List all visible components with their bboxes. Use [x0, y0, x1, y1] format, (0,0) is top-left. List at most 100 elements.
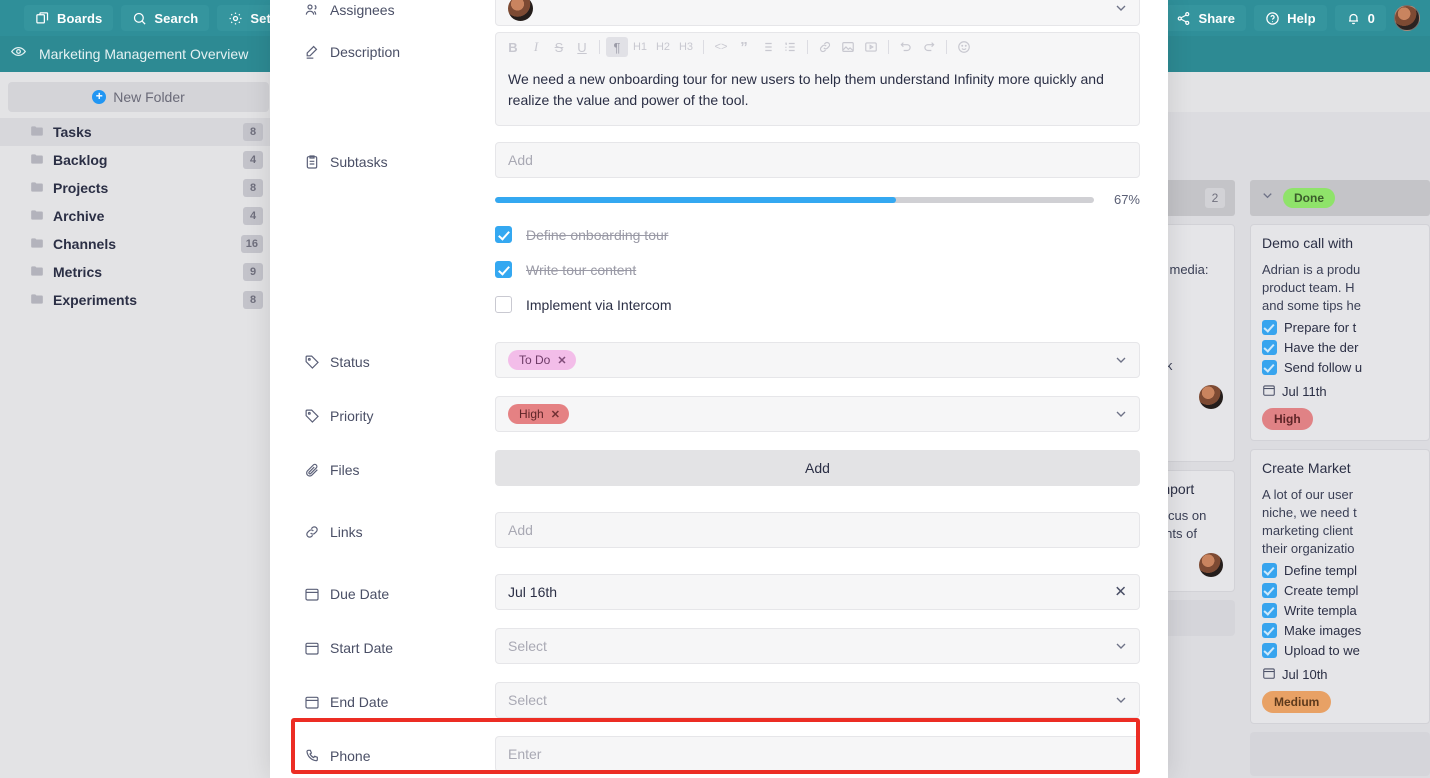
- heading3-button[interactable]: H3: [675, 37, 697, 57]
- avatar[interactable]: [508, 0, 533, 21]
- subtask-item[interactable]: Write tour content: [495, 254, 1140, 285]
- files-field-row: Files Add: [270, 450, 1168, 486]
- end-date-input[interactable]: Select: [495, 682, 1140, 718]
- paragraph-button[interactable]: ¶: [606, 37, 628, 57]
- card-subtask[interactable]: Define templ: [1262, 563, 1418, 578]
- quote-button[interactable]: ”: [733, 37, 755, 57]
- card-subtask[interactable]: Have the der: [1262, 340, 1418, 355]
- checkbox-checked-icon[interactable]: [1262, 360, 1277, 375]
- heading2-button[interactable]: H2: [652, 37, 674, 57]
- undo-button[interactable]: [895, 37, 917, 57]
- files-add-button[interactable]: Add: [495, 450, 1140, 486]
- column-add-placeholder[interactable]: [1250, 732, 1430, 776]
- italic-button[interactable]: I: [525, 37, 547, 57]
- share-button[interactable]: Share: [1165, 5, 1247, 31]
- checkbox-checked-icon[interactable]: [1262, 340, 1277, 355]
- card-subtask[interactable]: Write templa: [1262, 603, 1418, 618]
- sidebar-item-count: 8: [243, 291, 263, 309]
- card-date-label: Jul 10th: [1282, 667, 1328, 682]
- help-button[interactable]: Help: [1254, 5, 1327, 31]
- chevron-down-icon[interactable]: [1113, 352, 1129, 368]
- checkbox-checked-icon[interactable]: [1262, 320, 1277, 335]
- column-header[interactable]: Done: [1250, 180, 1430, 216]
- card-subtask[interactable]: Create templ: [1262, 583, 1418, 598]
- links-input[interactable]: Add: [495, 512, 1140, 548]
- remove-priority-icon[interactable]: ✕: [551, 408, 560, 421]
- checkbox-checked-icon[interactable]: [1262, 603, 1277, 618]
- user-avatar[interactable]: [1394, 5, 1420, 31]
- checkbox-checked-icon[interactable]: [1262, 583, 1277, 598]
- boards-button[interactable]: Boards: [24, 5, 114, 31]
- progress-track: [495, 196, 1094, 203]
- subtask-checkbox[interactable]: [495, 261, 512, 278]
- image-button[interactable]: [837, 37, 859, 57]
- status-label-cell: Status: [304, 342, 495, 370]
- sidebar-item-label: Backlog: [53, 152, 108, 168]
- phone-placeholder: Enter: [508, 746, 542, 762]
- redo-button[interactable]: [918, 37, 940, 57]
- description-editor[interactable]: B I S U ¶ H1 H2 H3 <> ” We need a new on…: [495, 32, 1140, 126]
- checkbox-checked-icon[interactable]: [1262, 643, 1277, 658]
- heading1-button[interactable]: H1: [629, 37, 651, 57]
- sidebar-item-experiments[interactable]: Experiments 8: [0, 286, 277, 314]
- new-folder-button[interactable]: + New Folder: [8, 82, 269, 112]
- subtask-item[interactable]: Define onboarding tour: [495, 219, 1140, 250]
- sidebar-item-projects[interactable]: Projects 8: [0, 174, 277, 202]
- bell-icon: [1346, 11, 1361, 26]
- underline-button[interactable]: U: [571, 37, 593, 57]
- chevron-down-icon[interactable]: [1260, 188, 1275, 208]
- avatar[interactable]: [1199, 553, 1223, 577]
- card-description-line: marketing client: [1262, 523, 1354, 538]
- card-subtask[interactable]: Upload to we: [1262, 643, 1418, 658]
- sidebar-item-archive[interactable]: Archive 4: [0, 202, 277, 230]
- phone-field-row: Phone Enter: [270, 736, 1168, 772]
- start-date-input[interactable]: Select: [495, 628, 1140, 664]
- eye-icon[interactable]: [10, 43, 27, 65]
- strikethrough-button[interactable]: S: [548, 37, 570, 57]
- card-date: Jul 11th: [1262, 383, 1418, 400]
- bulleted-list-button[interactable]: [756, 37, 778, 57]
- link-button[interactable]: [814, 37, 836, 57]
- bold-button[interactable]: B: [502, 37, 524, 57]
- emoji-button[interactable]: [953, 37, 975, 57]
- board-card[interactable]: Create Market A lot of our user niche, w…: [1250, 449, 1430, 724]
- chevron-down-icon[interactable]: [1113, 692, 1129, 708]
- sidebar-item-count: 16: [240, 235, 263, 253]
- video-button[interactable]: [860, 37, 882, 57]
- phone-input[interactable]: Enter: [495, 736, 1140, 772]
- checkbox-checked-icon[interactable]: [1262, 623, 1277, 638]
- card-date: Jul 10th: [1262, 666, 1418, 683]
- checkbox-checked-icon[interactable]: [1262, 563, 1277, 578]
- search-button[interactable]: Search: [121, 5, 210, 31]
- board-card[interactable]: Demo call with Adrian is a produ product…: [1250, 224, 1430, 441]
- description-content[interactable]: We need a new onboarding tour for new us…: [496, 61, 1139, 125]
- subtask-add-input[interactable]: Add: [495, 142, 1140, 178]
- subtask-item[interactable]: Implement via Intercom: [495, 289, 1140, 320]
- sidebar-item-label: Projects: [53, 180, 109, 196]
- priority-badge: High: [1262, 408, 1313, 430]
- sidebar-item-backlog[interactable]: Backlog 4: [0, 146, 277, 174]
- sidebar-item-tasks[interactable]: Tasks 8: [0, 118, 277, 146]
- card-subtask[interactable]: Make images: [1262, 623, 1418, 638]
- assignees-input[interactable]: [495, 0, 1140, 26]
- code-button[interactable]: <>: [710, 37, 732, 57]
- chevron-down-icon[interactable]: [1113, 406, 1129, 422]
- due-date-input[interactable]: Jul 16th ✕: [495, 574, 1140, 610]
- chevron-down-icon[interactable]: [1113, 0, 1129, 16]
- priority-select[interactable]: High ✕: [495, 396, 1140, 432]
- sidebar-item-channels[interactable]: Channels 16: [0, 230, 277, 258]
- notifications-button[interactable]: 0: [1334, 5, 1386, 31]
- priority-tag[interactable]: High ✕: [508, 404, 569, 424]
- status-select[interactable]: To Do ✕: [495, 342, 1140, 378]
- card-subtask[interactable]: Prepare for t: [1262, 320, 1418, 335]
- sidebar-item-metrics[interactable]: Metrics 9: [0, 258, 277, 286]
- subtask-checkbox[interactable]: [495, 296, 512, 313]
- status-tag[interactable]: To Do ✕: [508, 350, 576, 370]
- avatar[interactable]: [1199, 385, 1223, 409]
- numbered-list-button[interactable]: [779, 37, 801, 57]
- clear-due-date-icon[interactable]: ✕: [1114, 585, 1127, 600]
- chevron-down-icon[interactable]: [1113, 638, 1129, 654]
- card-subtask[interactable]: Send follow u: [1262, 360, 1418, 375]
- remove-status-icon[interactable]: ✕: [557, 354, 566, 367]
- subtask-checkbox[interactable]: [495, 226, 512, 243]
